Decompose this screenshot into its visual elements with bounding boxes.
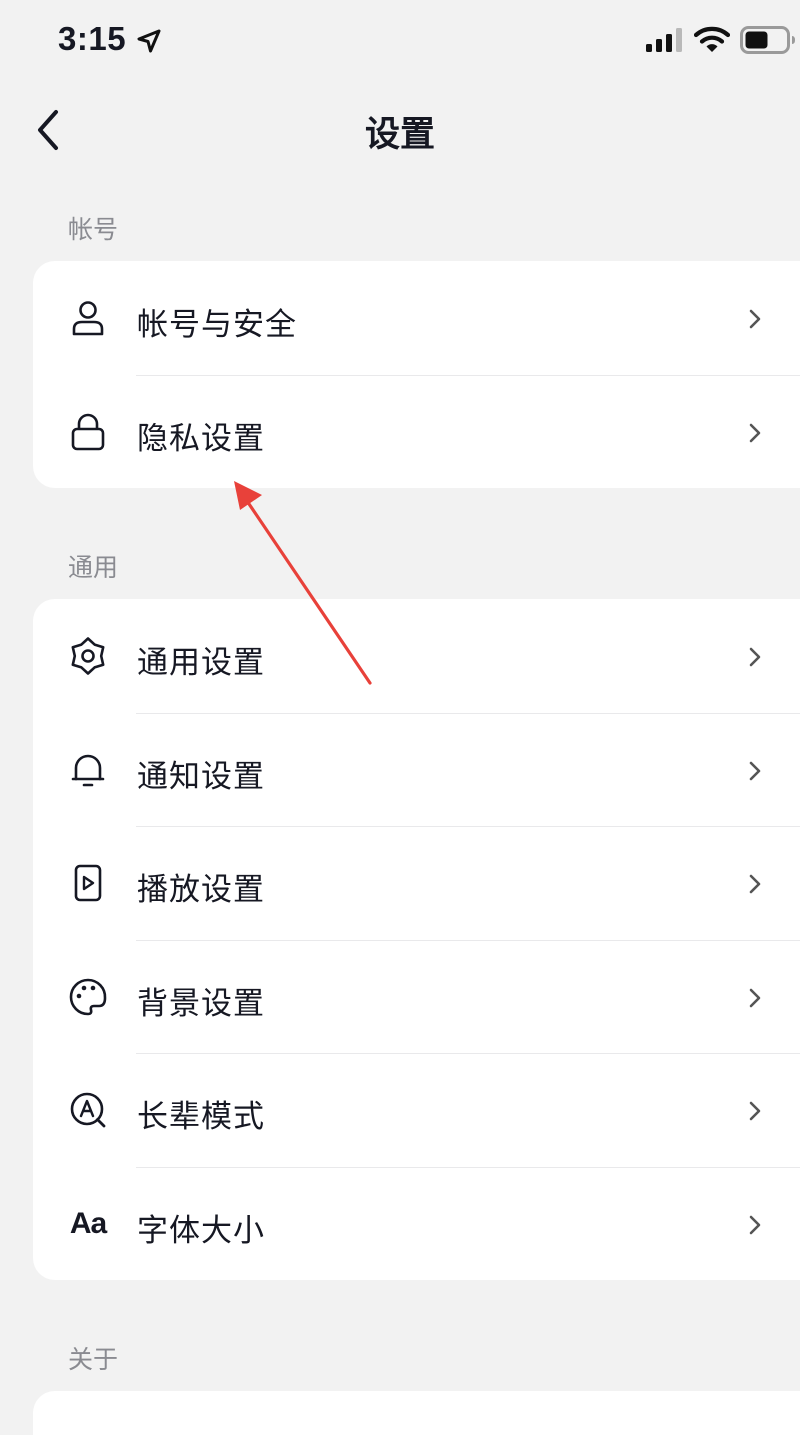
settings-row-label: 帐号与安全 — [137, 307, 297, 343]
elder-mode-icon — [68, 1090, 108, 1130]
chevron-right-icon — [749, 647, 761, 667]
section-header-account: 帐号 — [68, 215, 119, 244]
section-header-about: 关于 — [68, 1345, 119, 1374]
settings-row-label: 通知设置 — [137, 758, 265, 795]
status-bar: 3:15 — [0, 0, 800, 80]
lock-icon — [68, 412, 108, 452]
general-settings-card: 通用设置 通知设置 播放设置 背景设置 长辈模式 Aa 字体大小 — [33, 599, 800, 1280]
about-settings-card — [33, 1391, 800, 1435]
settings-row-privacy[interactable]: 隐私设置 — [33, 374, 800, 489]
font-size-icon: Aa — [69, 1206, 107, 1240]
settings-row-label: 隐私设置 — [137, 420, 265, 457]
settings-row-font-size[interactable]: Aa 字体大小 — [33, 1166, 800, 1281]
settings-row-elder-mode[interactable]: 长辈模式 — [33, 1053, 800, 1167]
settings-row-account-security[interactable]: 帐号与安全 — [33, 261, 800, 375]
chevron-right-icon — [749, 309, 761, 329]
location-arrow-icon — [137, 29, 161, 53]
settings-row-general[interactable]: 通用设置 — [33, 599, 800, 713]
section-header-general: 通用 — [68, 553, 119, 582]
wifi-icon — [694, 26, 730, 52]
chevron-right-icon — [749, 1101, 761, 1121]
navigation-bar: 设置 — [0, 80, 800, 180]
settings-row-label: 播放设置 — [137, 872, 265, 908]
gear-icon — [68, 636, 108, 676]
status-time: 3:15 — [58, 20, 127, 57]
palette-icon — [68, 977, 108, 1017]
chevron-right-icon — [749, 988, 761, 1007]
settings-row-notifications[interactable]: 通知设置 — [33, 712, 800, 827]
page-title: 设置 — [364, 115, 435, 155]
chevron-right-icon — [749, 874, 761, 894]
settings-row-label: 长辈模式 — [137, 1099, 265, 1135]
settings-row-label: 背景设置 — [137, 985, 265, 1022]
settings-row-label: 通用设置 — [137, 645, 265, 681]
play-icon — [68, 863, 108, 903]
account-settings-card: 帐号与安全 隐私设置 — [33, 261, 800, 488]
settings-row-label: 字体大小 — [137, 1212, 265, 1249]
settings-row-playback[interactable]: 播放设置 — [33, 826, 800, 940]
cellular-signal-icon — [646, 28, 682, 52]
battery-icon — [740, 26, 795, 54]
user-icon — [68, 298, 108, 338]
chevron-right-icon — [749, 1215, 761, 1234]
chevron-right-icon — [749, 761, 761, 780]
chevron-right-icon — [749, 423, 761, 442]
bell-icon — [68, 750, 108, 790]
settings-row-background[interactable]: 背景设置 — [33, 939, 800, 1054]
